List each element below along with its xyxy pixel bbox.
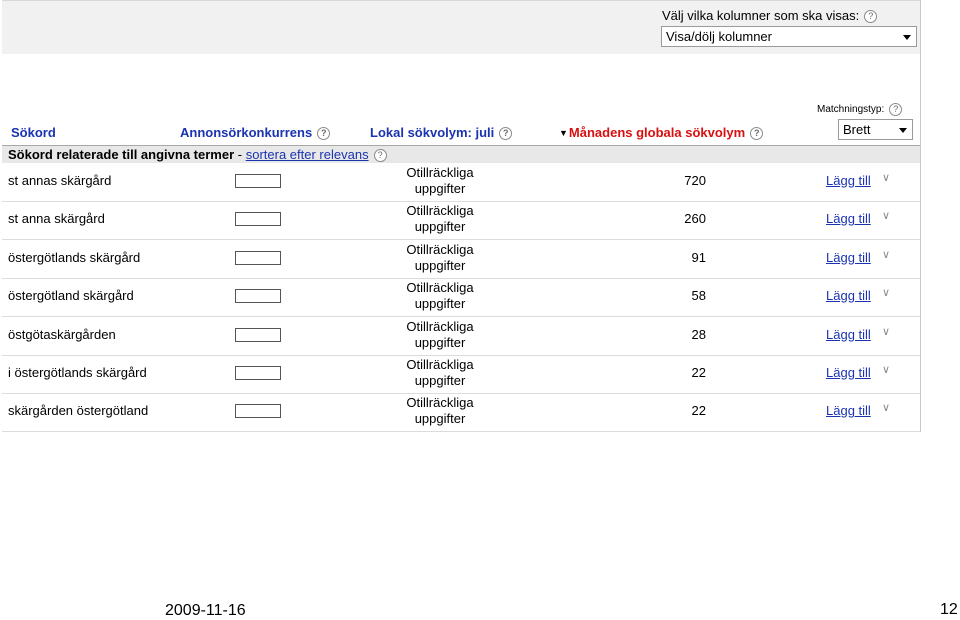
add-keyword-link[interactable]: Lägg till xyxy=(826,365,871,380)
chevron-down-icon[interactable]: ∨ xyxy=(882,248,890,261)
competition-bar xyxy=(235,366,281,380)
global-volume-value: 22 xyxy=(691,403,706,419)
help-icon[interactable]: ? xyxy=(750,127,764,141)
section-title: Sökord relaterade till angivna termer xyxy=(8,147,235,162)
dropdown-arrow-icon xyxy=(899,128,907,133)
add-keyword-link[interactable]: Lägg till xyxy=(826,327,871,342)
help-icon[interactable]: ? xyxy=(317,127,331,141)
competition-bar xyxy=(235,404,281,419)
keyword-text: östgötaskärgården xyxy=(8,326,116,342)
local-volume-text: Otillräckliga uppgifter xyxy=(406,395,474,427)
table-row: i östergötlands skärgård Otillräckliga upp… xyxy=(2,355,920,394)
add-keyword-link[interactable]: Lägg till xyxy=(826,288,871,303)
help-icon[interactable]: ? xyxy=(864,10,878,24)
competition-bar xyxy=(235,327,281,342)
add-keyword-link[interactable]: Lägg till xyxy=(826,403,871,418)
keyword-text: skärgården östergötland xyxy=(8,403,149,419)
add-keyword-link[interactable]: Lägg till xyxy=(826,173,871,188)
column-header-local-volume[interactable]: Lokal sökvolym: juli? xyxy=(370,125,513,141)
global-volume-value: 22 xyxy=(691,365,706,380)
help-icon[interactable]: ? xyxy=(499,127,513,141)
section-header: Sökord relaterade till angivna termer - … xyxy=(2,145,920,163)
table-row: östgötaskärgården Otillräckliga uppgifter 2… xyxy=(2,317,920,356)
global-volume-value: 28 xyxy=(691,326,706,342)
chevron-down-icon[interactable]: ∨ xyxy=(882,286,890,299)
chevron-down-icon[interactable]: ∨ xyxy=(882,363,890,376)
competition-bar xyxy=(235,289,281,304)
column-header-competition[interactable]: Annonsörkonkurrens? xyxy=(180,125,331,141)
match-type-label: Matchningstyp:? xyxy=(817,103,903,116)
competition-bar xyxy=(235,212,281,227)
keyword-text: st anna skärgård xyxy=(8,211,105,227)
keyword-text: östergötland skärgård xyxy=(8,288,134,304)
column-chooser-select[interactable]: Visa/dölj kolumner xyxy=(661,26,917,47)
help-icon[interactable]: ? xyxy=(373,149,387,163)
keyword-text: i östergötlands skärgård xyxy=(8,365,147,380)
keyword-tool-panel: Välj vilka kolumner som ska visas:? Visa… xyxy=(2,0,921,433)
chevron-down-icon[interactable]: ∨ xyxy=(882,209,890,222)
help-icon[interactable]: ? xyxy=(889,103,903,116)
global-volume-value: 91 xyxy=(691,249,706,265)
column-header-global-volume[interactable]: ▼Månadens globala sökvolym? xyxy=(559,125,764,141)
column-chooser-label: Välj vilka kolumner som ska visas:? xyxy=(662,8,878,24)
local-volume-text: Otillräckliga uppgifter xyxy=(406,241,474,273)
competition-bar xyxy=(235,250,281,265)
match-type-select[interactable]: Brett xyxy=(838,119,913,140)
dropdown-arrow-icon xyxy=(903,35,911,40)
table-row: östergötlands skärgård Otillräckliga uppgi… xyxy=(2,240,920,279)
sort-by-relevance-link[interactable]: sortera efter relevans xyxy=(246,147,369,162)
global-volume-value: 58 xyxy=(691,288,706,304)
table-row: skärgården östergötland Otillräckliga uppg… xyxy=(2,393,920,433)
page-number: 12 xyxy=(940,601,958,618)
competition-bar xyxy=(235,174,281,188)
table-row: st anna skärgård Otillräckliga uppgifter 26… xyxy=(2,201,920,241)
keyword-text: st annas skärgård xyxy=(8,173,112,188)
footer-date: 2009-11-16 xyxy=(165,602,246,619)
chevron-down-icon[interactable]: ∨ xyxy=(882,171,890,184)
local-volume-text: Otillräckliga uppgifter xyxy=(406,165,474,196)
local-volume-text: Otillräckliga uppgifter xyxy=(406,203,474,235)
sort-descending-icon: ▼ xyxy=(559,128,568,138)
global-volume-value: 260 xyxy=(684,211,706,227)
chevron-down-icon[interactable]: ∨ xyxy=(882,401,890,414)
add-keyword-link[interactable]: Lägg till xyxy=(826,211,871,226)
global-volume-value: 720 xyxy=(684,173,706,188)
column-header-keyword[interactable]: Sökord xyxy=(11,125,56,140)
chevron-down-icon[interactable]: ∨ xyxy=(882,325,890,338)
add-keyword-link[interactable]: Lägg till xyxy=(826,250,871,265)
keyword-text: östergötlands skärgård xyxy=(8,249,141,265)
local-volume-text: Otillräckliga uppgifter xyxy=(406,318,474,350)
local-volume-text: Otillräckliga uppgifter xyxy=(406,357,474,388)
table-row: st annas skärgård Otillräckliga uppgifter 7… xyxy=(2,163,920,202)
table-row: östergötland skärgård Otillräckliga uppgif… xyxy=(2,278,920,318)
local-volume-text: Otillräckliga uppgifter xyxy=(406,280,474,312)
